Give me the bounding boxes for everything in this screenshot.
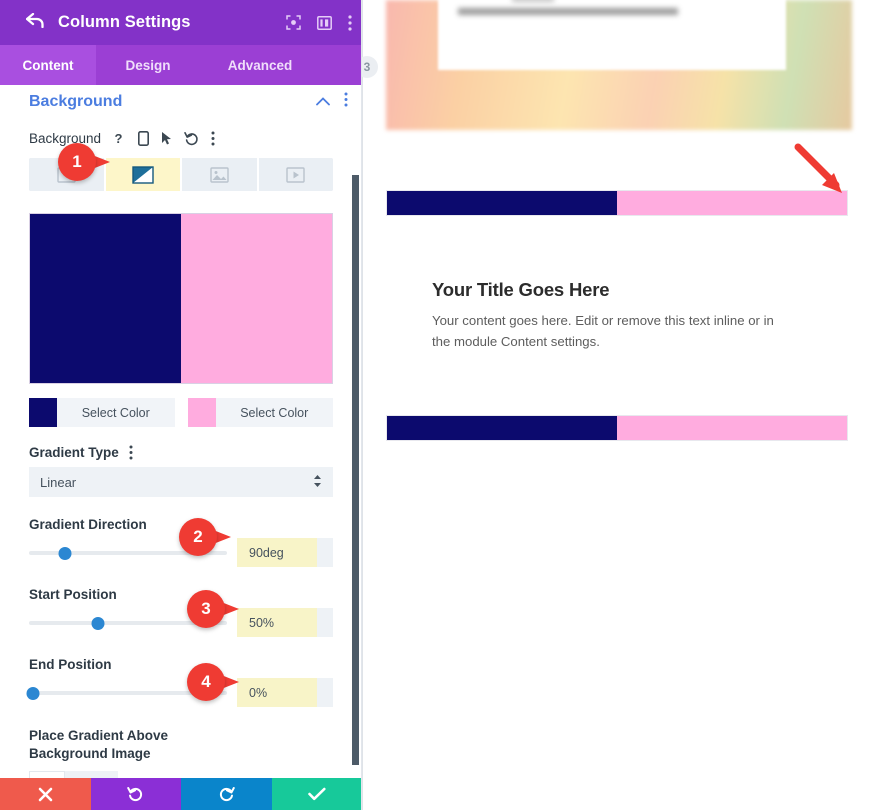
cursor-icon[interactable] [161,131,172,146]
tab-content[interactable]: Content [0,45,96,85]
gradient-end-color-chip[interactable] [187,398,216,427]
gradient-end-select-color-button[interactable]: Select Color [215,398,333,427]
page-title: Column Settings [58,13,191,31]
gradient-bar-top[interactable] [386,190,848,216]
hero-text-blurred-2 [512,0,554,2]
annotation-marker-3-label: 3 [201,599,211,618]
background-image-button[interactable] [182,158,259,191]
background-section-header[interactable]: Background [0,87,361,117]
gradient-type-kebab-menu-icon[interactable] [129,445,133,460]
settings-body: Background Background ? Select Color Sel… [0,85,361,778]
background-field-label-row: Background ? [0,117,361,154]
end-position-input[interactable]: 0% [237,678,317,707]
panel-header: Column Settings [0,0,361,45]
panel-divider [362,0,363,810]
chevron-up-icon[interactable] [316,93,330,111]
gradient-color-row: Select Color Select Color [29,398,333,427]
slider-handle[interactable] [26,686,40,700]
gradient-type-label: Gradient Type [29,445,119,460]
annotation-marker-1-label: 1 [72,152,82,171]
kebab-menu-icon[interactable] [348,14,352,31]
settings-action-bar [0,778,361,810]
place-gradient-above-label: Place Gradient Above Background Image [29,728,169,762]
annotation-marker-2: 2 [179,518,233,556]
redo-button[interactable] [181,778,272,810]
slider-handle[interactable] [91,616,105,630]
check-icon [307,787,326,801]
preview-title: Your Title Goes Here [432,279,610,300]
column-settings-panel: Column Settings Content Design Advanced … [0,0,362,810]
settings-tabs: Content Design Advanced [0,45,361,85]
gradient-direction-input-wrap: 90deg [237,538,333,567]
gradient-start-select-color-button[interactable]: Select Color [57,398,175,427]
start-position-row: 50% [29,608,333,637]
gradient-end-color-item: Select Color [187,398,333,427]
panel-scrollbar-thumb[interactable] [352,175,359,765]
gradient-bar-bottom[interactable] [386,415,848,441]
fullscreen-icon[interactable] [286,15,301,30]
end-position-input-wrap: 0% [237,678,333,707]
gradient-start-color-chip[interactable] [29,398,57,427]
field-kebab-menu-icon[interactable] [211,131,215,146]
end-position-row: 0% [26,678,333,707]
back-arrow-icon[interactable] [25,12,46,32]
undo-button[interactable] [90,778,181,810]
annotation-marker-4: 4 [187,663,241,701]
preview-body-text: Your content goes here. Edit or remove t… [432,313,774,350]
background-gradient-button[interactable] [105,158,182,191]
annotation-marker-1: 1 [58,143,112,181]
page-preview: Your Title Goes Here Your content goes h… [362,0,880,810]
gradient-start-color-item: Select Color [29,398,175,427]
end-position-label: End Position [29,657,112,672]
tab-design[interactable]: Design [96,45,200,85]
cancel-button[interactable] [0,778,91,810]
redo-icon [219,787,235,802]
reset-icon[interactable] [184,131,199,146]
section-kebab-menu-icon[interactable] [344,92,348,112]
gradient-type-value: Linear [40,474,77,490]
start-position-input-wrap: 50% [237,608,333,637]
section-title: Background [29,93,123,110]
gradient-type-label-row: Gradient Type [0,427,361,467]
tab-advanced[interactable]: Advanced [200,45,320,85]
start-position-input[interactable]: 50% [237,608,317,637]
red-arrow-annotation-icon [794,143,842,193]
gradient-preview-swatch[interactable] [29,213,333,384]
hero-text-blurred [458,8,678,15]
background-video-button[interactable] [258,158,333,191]
screenshot-root: Your Title Goes Here Your content goes h… [0,0,880,810]
slider-handle[interactable] [58,546,72,560]
help-icon[interactable]: ? [113,131,126,146]
gradient-type-select[interactable]: Linear [29,467,333,497]
start-position-label: Start Position [29,587,117,602]
chevron-updown-icon [313,474,322,491]
annotation-marker-3: 3 [187,590,241,628]
mobile-icon[interactable] [138,131,150,146]
close-icon [38,787,53,801]
layout-columns-icon[interactable] [317,15,332,30]
undo-icon [127,787,143,802]
save-button[interactable] [271,778,361,810]
annotation-marker-2-label: 2 [193,527,203,546]
gradient-direction-input[interactable]: 90deg [237,538,317,567]
header-icon-group [286,0,352,45]
annotation-marker-4-label: 4 [201,672,211,691]
svg-text:?: ? [115,131,123,146]
